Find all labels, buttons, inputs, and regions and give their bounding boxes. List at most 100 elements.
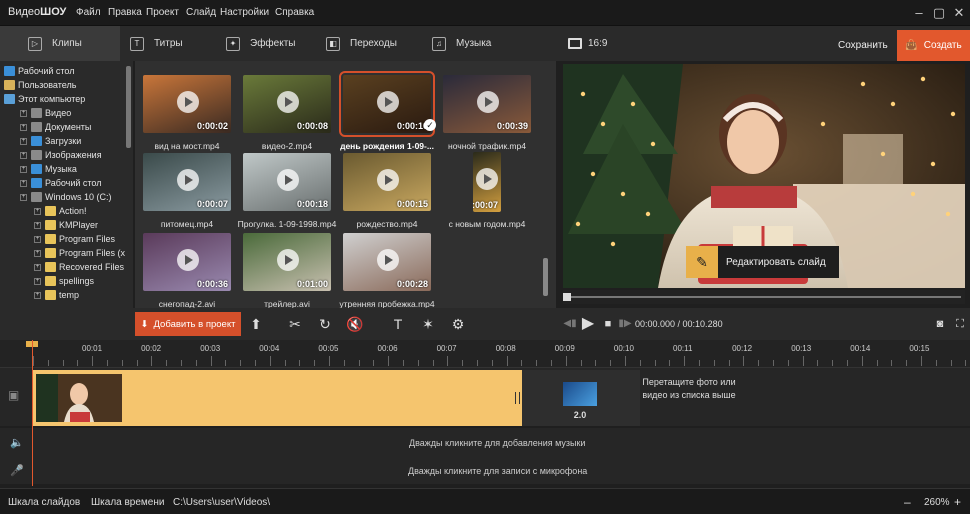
desktop-icon <box>4 66 15 76</box>
edit-slide-button[interactable]: ✎ Редактировать слайд <box>686 246 839 278</box>
tree-item[interactable]: + Action! <box>34 205 87 217</box>
tree-item[interactable]: + Recovered Files <box>34 261 124 273</box>
tree-item[interactable]: + Загрузки <box>20 135 81 147</box>
timeline-ruler[interactable]: 00:01 00:02 00:03 00:04 00:05 00:06 00:07 00:08… <box>0 340 970 368</box>
tree-item[interactable]: + spellings <box>34 275 94 287</box>
scissors-icon[interactable]: ✂ <box>285 314 305 334</box>
clip-thumbnail[interactable]: 0:00:36 <box>143 233 231 291</box>
expand-icon[interactable]: + <box>34 277 41 285</box>
seek-bar[interactable] <box>563 290 965 304</box>
zoom-in-icon[interactable]: + <box>954 495 961 509</box>
tree-item[interactable]: + Рабочий стол <box>20 177 102 189</box>
tree-item[interactable]: Пользователь <box>4 79 76 91</box>
tree-item[interactable]: + Видео <box>20 107 71 119</box>
create-button[interactable]: 👜 Создать <box>897 30 970 61</box>
ruler-tick-label: 00:07 <box>436 344 457 353</box>
minimize-icon[interactable]: – <box>910 4 928 22</box>
clip-thumbnail[interactable]: 0:00:18 <box>243 153 331 211</box>
tree-item[interactable]: + Музыка <box>20 163 77 175</box>
clip-thumbnail[interactable]: 0:00:02 <box>143 75 231 133</box>
drop-hint: Перетащите фото или видео из списка выше <box>642 377 736 400</box>
tree-scrollbar[interactable] <box>126 66 131 148</box>
menu-file[interactable]: Файл <box>76 7 101 18</box>
clip-thumbnail[interactable]: 0:01:00 <box>243 233 331 291</box>
documents-icon <box>31 122 42 132</box>
seek-handle[interactable] <box>563 293 571 301</box>
expand-icon[interactable]: + <box>34 221 41 229</box>
tree-item[interactable]: + Program Files (x <box>34 247 125 259</box>
expand-icon[interactable]: + <box>34 249 41 257</box>
tab-titles[interactable]: T Титры <box>120 26 218 61</box>
play-icon: ▷ <box>28 36 42 51</box>
play-overlay-icon <box>377 91 399 113</box>
tree-item[interactable]: Этот компьютер <box>4 93 85 105</box>
clip-thumbnail[interactable]: 0:00:10 <box>339 71 435 137</box>
tab-music[interactable]: ♫ Музыка <box>422 26 522 61</box>
close-icon[interactable]: ✕ <box>950 4 968 22</box>
play-overlay-icon <box>177 249 199 271</box>
step-forward-icon[interactable]: ▮▶ <box>615 314 635 334</box>
mute-icon[interactable]: 🔇 <box>345 314 365 334</box>
clip-trim-handle[interactable] <box>515 392 520 404</box>
time-readout: 00:00.000 / 00:10.280 <box>635 319 723 329</box>
menu-help[interactable]: Справка <box>275 7 314 18</box>
expand-icon[interactable]: + <box>20 151 27 159</box>
save-button[interactable]: Сохранить <box>838 40 888 51</box>
rotate-icon[interactable]: ↻ <box>315 314 335 334</box>
play-overlay-icon <box>377 249 399 271</box>
expand-icon[interactable]: + <box>34 207 41 215</box>
magic-wand-icon[interactable]: ✶ <box>418 314 438 334</box>
tree-item[interactable]: + Документы <box>20 121 91 133</box>
tree-item-label: temp <box>59 290 80 300</box>
menu-settings[interactable]: Настройки <box>220 7 269 18</box>
step-back-icon[interactable]: ◀▮ <box>560 314 580 334</box>
tree-item[interactable]: + Windows 10 (C:) <box>20 191 112 203</box>
clip-thumbnail[interactable]: 0:00:28 <box>343 233 431 291</box>
clip-thumbnail[interactable]: 0:00:39 <box>443 75 531 133</box>
aspect-ratio-button[interactable]: 16:9 <box>568 38 607 49</box>
clip-thumbnail[interactable]: 0:00:08 <box>243 75 331 133</box>
bag-icon: 👜 <box>905 40 918 51</box>
expand-icon[interactable]: + <box>34 235 41 243</box>
tree-item[interactable]: + temp <box>34 289 79 301</box>
fullscreen-icon[interactable]: ⛶ <box>950 314 970 334</box>
snapshot-icon[interactable]: ◙ <box>930 314 950 334</box>
expand-icon[interactable]: + <box>34 291 41 299</box>
zoom-out-icon[interactable]: – <box>904 495 911 509</box>
expand-icon[interactable]: + <box>20 137 27 145</box>
tree-item[interactable]: Рабочий стол <box>4 65 75 77</box>
menu-slide[interactable]: Слайд <box>186 7 216 18</box>
menu-edit[interactable]: Правка <box>108 7 142 18</box>
expand-icon[interactable]: + <box>20 109 27 117</box>
text-tool-icon[interactable]: T <box>388 314 408 334</box>
expand-icon[interactable]: + <box>34 263 41 271</box>
tab-clips[interactable]: ▷ Клипы <box>0 26 120 61</box>
expand-icon[interactable]: + <box>20 193 27 201</box>
clip-thumbnail[interactable]: 0:00:07 <box>473 152 501 212</box>
tree-item[interactable]: + Изображения <box>20 149 102 161</box>
move-up-icon[interactable]: ⬆ <box>246 314 266 334</box>
ruler-tick-label: 00:11 <box>673 344 693 353</box>
maximize-icon[interactable]: ▢ <box>930 4 948 22</box>
expand-icon[interactable]: + <box>20 123 27 131</box>
tab-effects[interactable]: ✦ Эффекты <box>216 26 316 61</box>
expand-icon[interactable]: + <box>20 179 27 187</box>
expand-icon[interactable]: + <box>20 165 27 173</box>
tab-transitions[interactable]: ◧ Переходы <box>316 26 426 61</box>
gear-icon[interactable]: ⚙ <box>448 314 468 334</box>
menu-project[interactable]: Проект <box>146 7 179 18</box>
time-scale-button[interactable]: Шкала времени <box>91 497 164 508</box>
timeline-clip[interactable] <box>33 370 522 426</box>
slide-scale-button[interactable]: Шкала слайдов <box>8 497 80 508</box>
tree-item[interactable]: + Program Files <box>34 233 115 245</box>
computer-icon <box>4 94 15 104</box>
clip-thumbnail[interactable]: 0:00:07 <box>143 153 231 211</box>
add-to-project-button[interactable]: ⬇ Добавить в проект <box>135 312 241 336</box>
clip-filename: ночной трафик.mp4 <box>448 141 526 151</box>
tree-item[interactable]: + KMPlayer <box>34 219 98 231</box>
transition-slot[interactable]: 2.0 <box>522 370 640 426</box>
playhead[interactable] <box>32 340 33 486</box>
clip-thumbnail[interactable]: 0:00:15 <box>343 153 431 211</box>
media-scrollbar[interactable] <box>543 258 548 296</box>
play-button-icon[interactable]: ▶ <box>578 314 598 334</box>
